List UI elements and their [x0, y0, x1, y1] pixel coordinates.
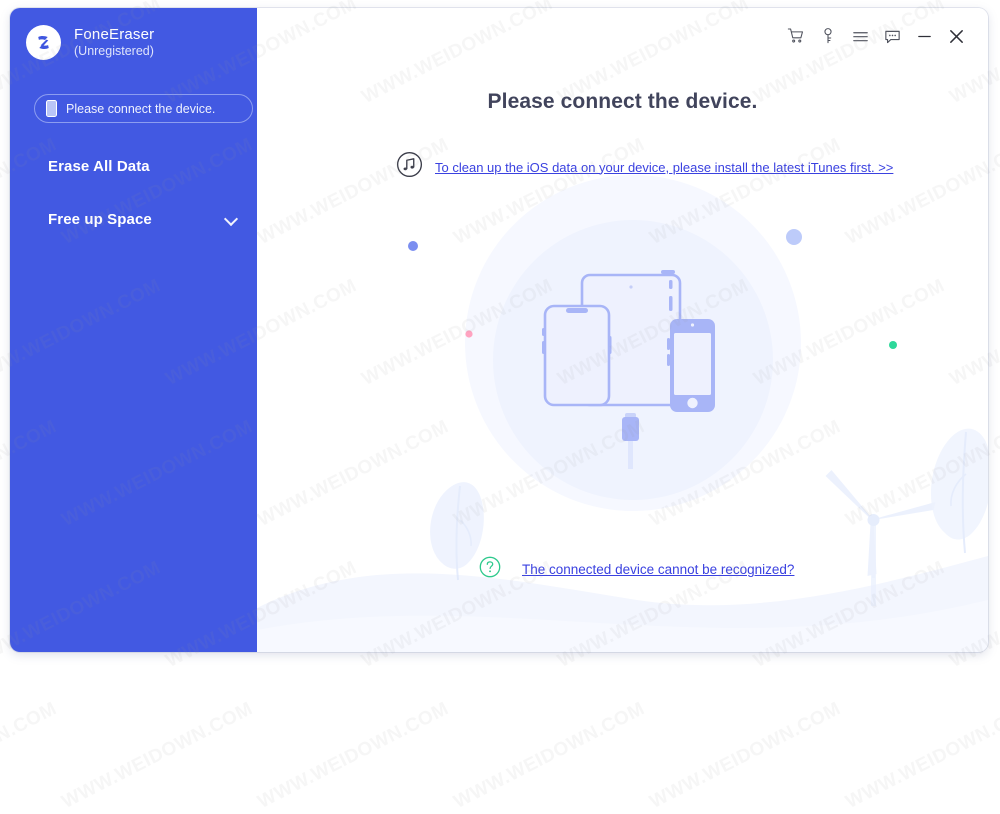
- itunes-notice: To clean up the iOS data on your device,…: [396, 151, 893, 183]
- accent-dot: [465, 330, 473, 338]
- sidebar-item-erase-all-data[interactable]: Erase All Data: [10, 147, 257, 185]
- app-name: FoneEraser: [74, 25, 155, 43]
- device-status-pill[interactable]: Please connect the device.: [34, 94, 253, 123]
- watermark-text: WWW.WEIDOWN.COM: [646, 698, 845, 813]
- chat-bubble-icon[interactable]: [876, 20, 908, 52]
- watermark-text: WWW.WEIDOWN.COM: [450, 698, 649, 813]
- shopping-cart-icon[interactable]: [780, 20, 812, 52]
- iphone-home-button-illustration: [667, 319, 715, 412]
- sidebar-item-label: Erase All Data: [48, 157, 150, 175]
- page-title: Please connect the device.: [487, 90, 758, 113]
- key-icon[interactable]: [812, 20, 844, 52]
- watermark-text: WWW.WEIDOWN.COM: [58, 698, 257, 813]
- music-note-icon: [396, 151, 423, 183]
- brand: FoneEraser (Unregistered): [26, 25, 154, 60]
- hamburger-menu-icon[interactable]: [844, 20, 876, 52]
- itunes-install-link[interactable]: To clean up the iOS data on your device,…: [435, 160, 893, 175]
- sidebar-item-free-up-space[interactable]: Free up Space: [10, 200, 257, 238]
- iphone-x-illustration: [542, 304, 612, 407]
- titlebar-controls: [780, 20, 972, 52]
- phone-icon: [46, 100, 57, 117]
- device-status-label: Please connect the device.: [66, 101, 216, 116]
- watermark-text: WWW.WEIDOWN.COM: [0, 698, 61, 813]
- chevron-down-icon: [225, 213, 237, 225]
- close-icon[interactable]: [940, 20, 972, 52]
- watermark-text: WWW.WEIDOWN.COM: [254, 698, 453, 813]
- foneeraser-logo-icon: [26, 25, 61, 60]
- main-content: Please connect the device. To clean up t…: [257, 8, 988, 652]
- help-notice: The connected device cannot be recognize…: [479, 556, 794, 583]
- watermark-text: WWW.WEIDOWN.COM: [842, 698, 1000, 813]
- sidebar-item-label: Free up Space: [48, 210, 152, 228]
- application-window: FoneEraser (Unregistered) Please connect…: [10, 8, 988, 652]
- question-mark-icon: [479, 556, 501, 583]
- registration-status: (Unregistered): [74, 44, 154, 59]
- device-not-recognized-link[interactable]: The connected device cannot be recognize…: [522, 562, 794, 577]
- accent-dot: [408, 241, 418, 251]
- accent-dot: [786, 229, 802, 245]
- accent-dot: [889, 341, 897, 349]
- sidebar: FoneEraser (Unregistered) Please connect…: [10, 8, 257, 652]
- minimize-icon[interactable]: [908, 20, 940, 52]
